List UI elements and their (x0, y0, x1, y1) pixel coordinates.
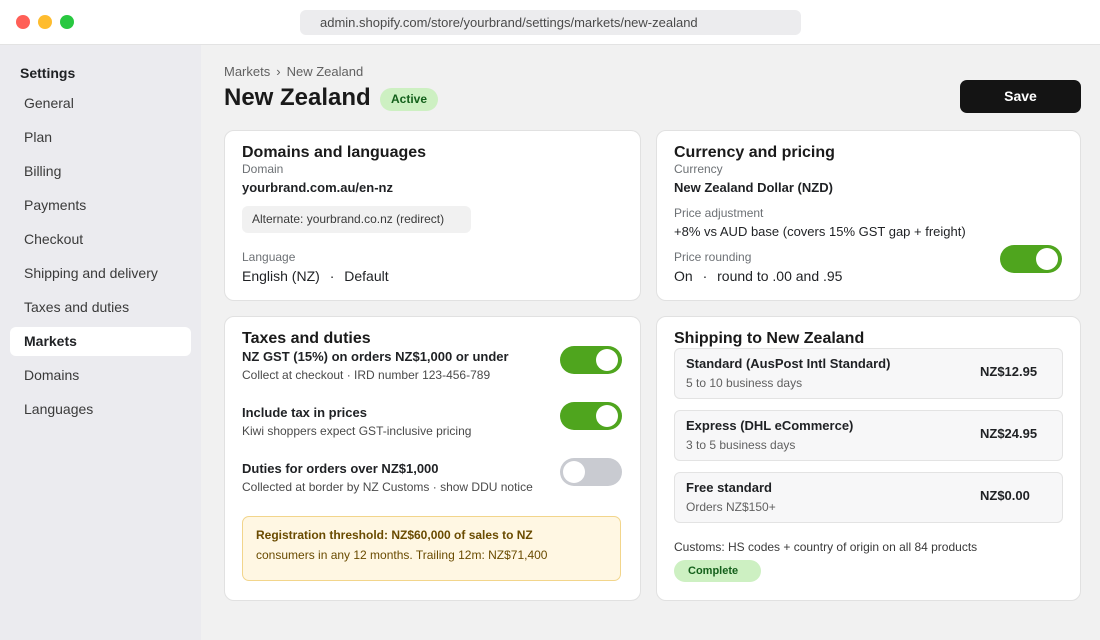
price-rounding-value: On · round to .00 and .95 (674, 268, 842, 284)
currency-pricing-card: Currency and pricing Currency New Zealan… (656, 130, 1081, 301)
duties-row-title: Duties for orders over NZ$1,000 (242, 461, 439, 476)
settings-sidebar: Settings General Plan Billing Payments C… (0, 45, 201, 640)
notice-line-1: Registration threshold: NZ$60,000 of sal… (256, 528, 533, 542)
sidebar-item-billing[interactable]: Billing (10, 157, 191, 186)
language-separator: · (329, 268, 335, 284)
domain-label: Domain (242, 162, 284, 176)
alternate-domain-chip[interactable]: Alternate: yourbrand.co.nz (redirect) (242, 206, 471, 233)
include-tax-row-title: Include tax in prices (242, 405, 367, 420)
shipping-rate-row[interactable]: Free standard Orders NZ$150+ NZ$0.00 (674, 472, 1063, 523)
sidebar-item-markets[interactable]: Markets (10, 327, 191, 356)
minimize-window-icon[interactable] (38, 15, 52, 29)
price-rounding-label: Price rounding (674, 250, 752, 264)
toggle-knob (596, 349, 618, 371)
card-title: Currency and pricing (674, 144, 835, 161)
toggle-knob (563, 461, 585, 483)
address-bar[interactable]: admin.shopify.com/store/yourbrand/settin… (300, 10, 801, 35)
gst-row-title: NZ GST (15%) on orders NZ$1,000 or under (242, 349, 509, 364)
currency-label: Currency (674, 162, 723, 176)
domain-value[interactable]: yourbrand.com.au/en-nz (242, 180, 393, 195)
breadcrumb-separator: › (276, 64, 281, 79)
toggle-knob (1036, 248, 1058, 270)
shipping-card: Shipping to New Zealand Standard (AusPos… (656, 316, 1081, 601)
include-tax-row-desc: Kiwi shoppers expect GST-inclusive prici… (242, 424, 472, 438)
sidebar-item-shipping[interactable]: Shipping and delivery (10, 259, 191, 288)
card-title: Shipping to New Zealand (674, 330, 865, 347)
domains-languages-card: Domains and languages Domain yourbrand.c… (224, 130, 641, 301)
rate-name: Standard (AusPost Intl Standard) (686, 356, 891, 371)
rate-price: NZ$24.95 (980, 426, 1038, 441)
sidebar-item-languages[interactable]: Languages (10, 395, 191, 424)
rate-desc: 3 to 5 business days (686, 438, 796, 452)
sidebar-item-domains[interactable]: Domains (10, 361, 191, 390)
price-rounding-toggle[interactable] (1000, 245, 1062, 273)
rate-name: Express (DHL eCommerce) (686, 418, 854, 433)
gst-row-desc: Collect at checkout · IRD number 123-456… (242, 368, 491, 382)
sidebar-item-taxes[interactable]: Taxes and duties (10, 293, 191, 322)
card-title: Taxes and duties (242, 330, 371, 347)
sidebar-item-plan[interactable]: Plan (10, 123, 191, 152)
language-label: Language (242, 250, 296, 264)
sidebar-item-payments[interactable]: Payments (10, 191, 191, 220)
save-button[interactable]: Save (960, 80, 1081, 113)
rate-desc: Orders NZ$150+ (686, 500, 776, 514)
browser-chrome: admin.shopify.com/store/yourbrand/settin… (0, 0, 1100, 45)
duties-toggle[interactable] (560, 458, 622, 486)
include-tax-toggle[interactable] (560, 402, 622, 430)
sidebar-item-general[interactable]: General (10, 89, 191, 118)
maximize-window-icon[interactable] (60, 15, 74, 29)
price-adjustment-value: +8% vs AUD base (covers 15% GST gap + fr… (674, 224, 966, 239)
toggle-knob (596, 405, 618, 427)
breadcrumb-current: New Zealand (286, 64, 364, 79)
rate-name: Free standard (686, 480, 772, 495)
customs-complete-badge: Complete (674, 560, 761, 582)
rate-price: NZ$0.00 (980, 488, 1030, 503)
rounding-state: On (674, 268, 693, 284)
rounding-detail: round to .00 and .95 (717, 268, 843, 284)
language-value: English (NZ) · Default (242, 268, 389, 284)
breadcrumb-markets-link[interactable]: Markets (224, 64, 270, 79)
duties-row-desc: Collected at border by NZ Customs · show… (242, 480, 533, 494)
main-content: Markets › New Zealand New Zealand Active S… (201, 45, 1100, 640)
gst-toggle[interactable] (560, 346, 622, 374)
taxes-duties-card: Taxes and duties NZ GST (15%) on orders … (224, 316, 641, 601)
language-name: English (NZ) (242, 268, 320, 284)
page-title: New Zealand (224, 84, 371, 111)
price-adjustment-label: Price adjustment (674, 206, 764, 220)
status-badge: Active (380, 88, 439, 111)
shipping-rate-row[interactable]: Standard (AusPost Intl Standard) 5 to 10… (674, 348, 1063, 399)
customs-status-text: Customs: HS codes + country of origin on… (674, 540, 978, 554)
registration-threshold-notice: Registration threshold: NZ$60,000 of sal… (242, 516, 621, 581)
shipping-rate-row[interactable]: Express (DHL eCommerce) 3 to 5 business … (674, 410, 1063, 461)
sidebar-item-checkout[interactable]: Checkout (10, 225, 191, 254)
rounding-separator: · (702, 268, 708, 284)
close-window-icon[interactable] (16, 15, 30, 29)
rate-desc: 5 to 10 business days (686, 376, 803, 390)
currency-value: New Zealand Dollar (NZD) (674, 180, 833, 195)
sidebar-title: Settings (20, 65, 76, 81)
rate-price: NZ$12.95 (980, 364, 1038, 379)
language-default: Default (344, 268, 389, 284)
card-title: Domains and languages (242, 144, 427, 161)
notice-line-2: consumers in any 12 months. Trailing 12m… (256, 548, 548, 562)
breadcrumb: Markets › New Zealand (224, 64, 363, 79)
